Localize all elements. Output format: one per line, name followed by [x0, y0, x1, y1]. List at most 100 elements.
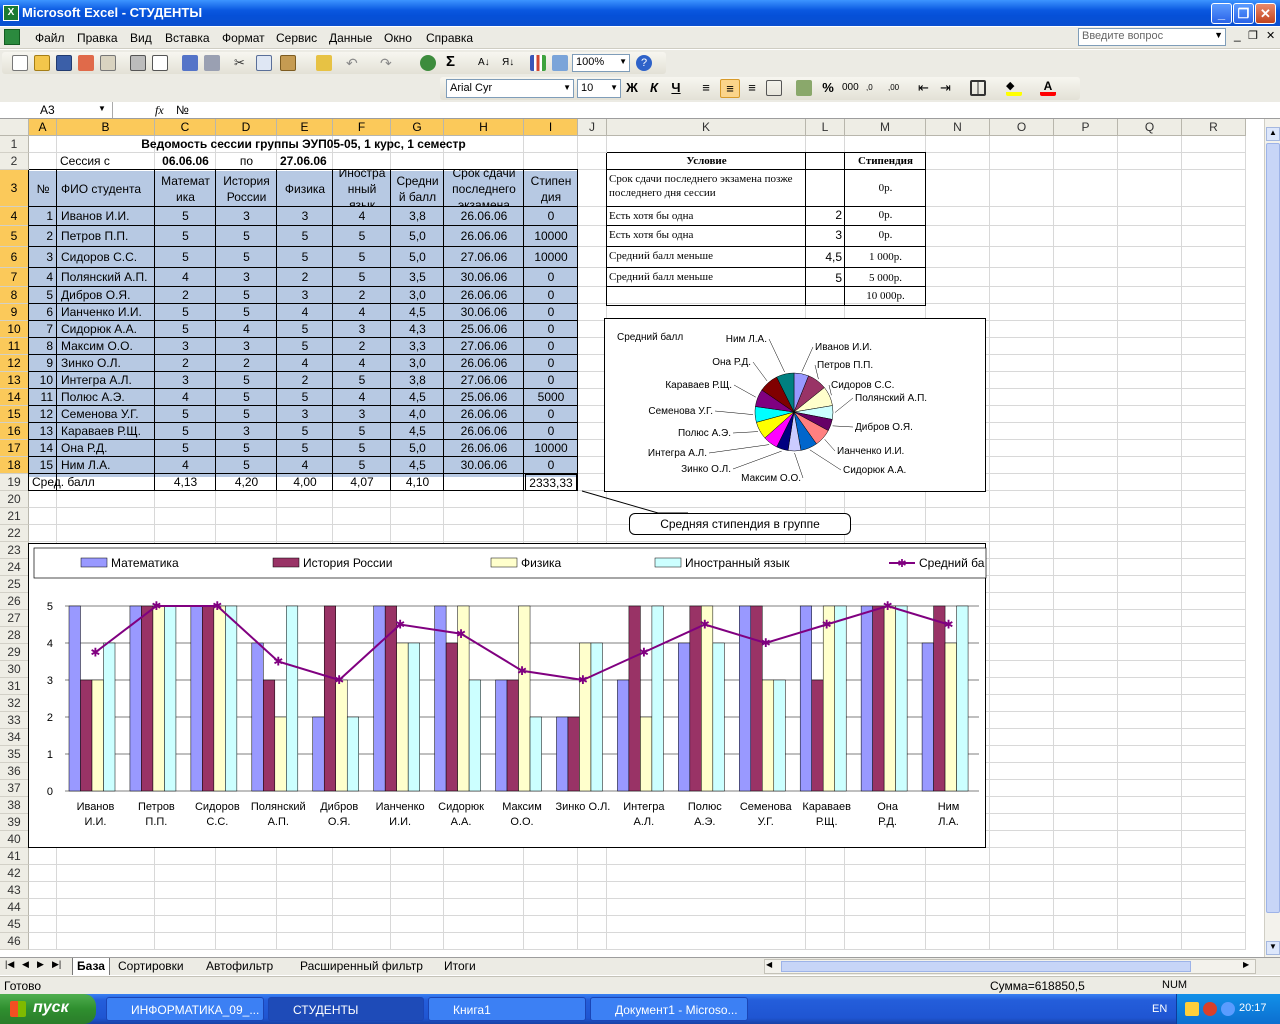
student-value[interactable]: 3 — [156, 372, 215, 389]
row-header-34[interactable]: 34 — [0, 729, 29, 746]
avg-value[interactable]: 4,10 — [392, 474, 443, 491]
bar[interactable] — [944, 642, 957, 792]
bar[interactable] — [190, 605, 203, 792]
align-center-icon[interactable]: ≡ — [720, 79, 740, 98]
close-icon[interactable]: ✕ — [1255, 3, 1276, 24]
student-value[interactable]: 5 — [278, 440, 332, 457]
student-name[interactable]: Полюс А.Э. — [58, 389, 154, 406]
line-point[interactable]: ✱ — [151, 599, 161, 613]
student-value[interactable]: 3,3 — [392, 338, 443, 355]
student-value[interactable]: 5 — [156, 321, 215, 338]
bar-chart[interactable]: Математика История России Физика Иностранны… — [28, 543, 987, 848]
column-header-b[interactable]: B — [57, 119, 155, 136]
percent-icon[interactable]: % — [820, 80, 836, 96]
bar[interactable] — [628, 605, 641, 792]
currency-icon[interactable] — [796, 80, 812, 96]
student-value[interactable]: 26.06.06 — [445, 226, 523, 247]
bar[interactable] — [811, 679, 824, 792]
bar[interactable] — [750, 605, 763, 792]
student-value[interactable]: 26.06.06 — [445, 406, 523, 423]
student-value[interactable]: 13 — [30, 423, 56, 440]
font-name-box[interactable]: Arial Cyr ▼ — [446, 79, 574, 98]
bar[interactable] — [251, 642, 264, 792]
prev-sheet-icon[interactable]: ◀ — [22, 959, 29, 970]
student-value[interactable]: 2 — [217, 355, 276, 372]
bar[interactable] — [164, 605, 177, 792]
student-value[interactable]: 3 — [217, 268, 276, 287]
sheet-tab-advanced-filter[interactable]: Расширенный фильтр — [300, 959, 423, 973]
student-name[interactable]: Она Р.Д. — [58, 440, 154, 457]
bar[interactable] — [407, 642, 420, 792]
avg-value[interactable]: 4,20 — [217, 474, 276, 491]
student-value[interactable]: 5 — [217, 287, 276, 304]
student-value[interactable]: 25.06.06 — [445, 389, 523, 406]
avg-value[interactable]: 4,00 — [278, 474, 332, 491]
column-header-r[interactable]: R — [1182, 119, 1246, 136]
bar[interactable] — [678, 642, 691, 792]
student-value[interactable]: 4,5 — [392, 304, 443, 321]
student-value[interactable]: 15 — [30, 457, 56, 474]
student-value[interactable]: 3 — [278, 406, 332, 423]
tray-icon[interactable] — [1185, 1002, 1199, 1016]
paste-icon[interactable] — [280, 55, 296, 71]
row-header-45[interactable]: 45 — [0, 916, 29, 933]
student-value[interactable]: 4 — [156, 268, 215, 287]
hyperlink-icon[interactable] — [420, 55, 436, 71]
horizontal-scrollbar[interactable]: ◀ ▶ — [764, 959, 1256, 974]
drawing-icon[interactable] — [552, 55, 568, 71]
line-point[interactable]: ✱ — [700, 618, 710, 632]
bar[interactable] — [933, 605, 946, 792]
menu-view[interactable]: Вид — [130, 31, 152, 45]
chevron-down-icon[interactable]: ▼ — [1214, 30, 1223, 40]
row-header-31[interactable]: 31 — [0, 678, 29, 695]
line-point[interactable]: ✱ — [944, 618, 954, 632]
row-header-15[interactable]: 15 — [0, 406, 29, 423]
scroll-left-icon[interactable]: ◀ — [766, 960, 772, 969]
student-value[interactable]: 7 — [30, 321, 56, 338]
sheet-tab-totals[interactable]: Итоги — [444, 959, 476, 973]
bar[interactable] — [312, 716, 325, 792]
row-header-27[interactable]: 27 — [0, 610, 29, 627]
line-point[interactable]: ✱ — [822, 618, 832, 632]
student-value[interactable]: 4 — [334, 304, 390, 321]
menu-window[interactable]: Окно — [384, 31, 412, 45]
chevron-down-icon[interactable]: ▼ — [619, 57, 627, 66]
row-header-44[interactable]: 44 — [0, 899, 29, 916]
student-value[interactable]: 1 — [30, 207, 56, 226]
borders-icon[interactable] — [970, 80, 986, 96]
session-to-label[interactable]: по — [217, 153, 276, 170]
student-value[interactable]: 3 — [156, 338, 215, 355]
formula-content[interactable]: № — [176, 103, 189, 117]
bar[interactable] — [263, 679, 276, 792]
open-icon[interactable] — [34, 55, 50, 71]
fx-icon[interactable]: fx — [155, 103, 164, 118]
student-value[interactable]: 2 — [334, 338, 390, 355]
row-header-24[interactable]: 24 — [0, 559, 29, 576]
student-value[interactable]: 3 — [30, 247, 56, 268]
student-value[interactable]: 3,0 — [392, 287, 443, 304]
student-name[interactable]: Дибров О.Я. — [58, 287, 154, 304]
student-value[interactable]: 3 — [217, 423, 276, 440]
column-header-f[interactable]: F — [333, 119, 391, 136]
row-header-19[interactable]: 19 — [0, 474, 29, 491]
student-value[interactable]: 4 — [278, 355, 332, 372]
column-title[interactable]: Физика — [278, 170, 332, 207]
row-header-39[interactable]: 39 — [0, 814, 29, 831]
row-header-29[interactable]: 29 — [0, 644, 29, 661]
spelling-icon[interactable] — [182, 55, 198, 71]
student-value[interactable]: 10000 — [525, 226, 577, 247]
bar[interactable] — [872, 605, 885, 792]
student-value[interactable]: 26.06.06 — [445, 287, 523, 304]
bar[interactable] — [567, 716, 580, 792]
student-value[interactable]: 4 — [156, 389, 215, 406]
sheet-title[interactable]: Ведомость сессии группы ЭУП05-05, 1 курс… — [30, 136, 577, 153]
student-value[interactable]: 0 — [525, 207, 577, 226]
align-left-icon[interactable]: ≡ — [698, 80, 714, 96]
select-all-corner[interactable] — [0, 119, 29, 136]
student-value[interactable]: 5 — [334, 372, 390, 389]
student-value[interactable]: 5 — [278, 321, 332, 338]
email-icon[interactable] — [100, 55, 116, 71]
student-name[interactable]: Семенова У.Г. — [58, 406, 154, 423]
bar[interactable] — [579, 642, 592, 792]
column-header-p[interactable]: P — [1054, 119, 1118, 136]
